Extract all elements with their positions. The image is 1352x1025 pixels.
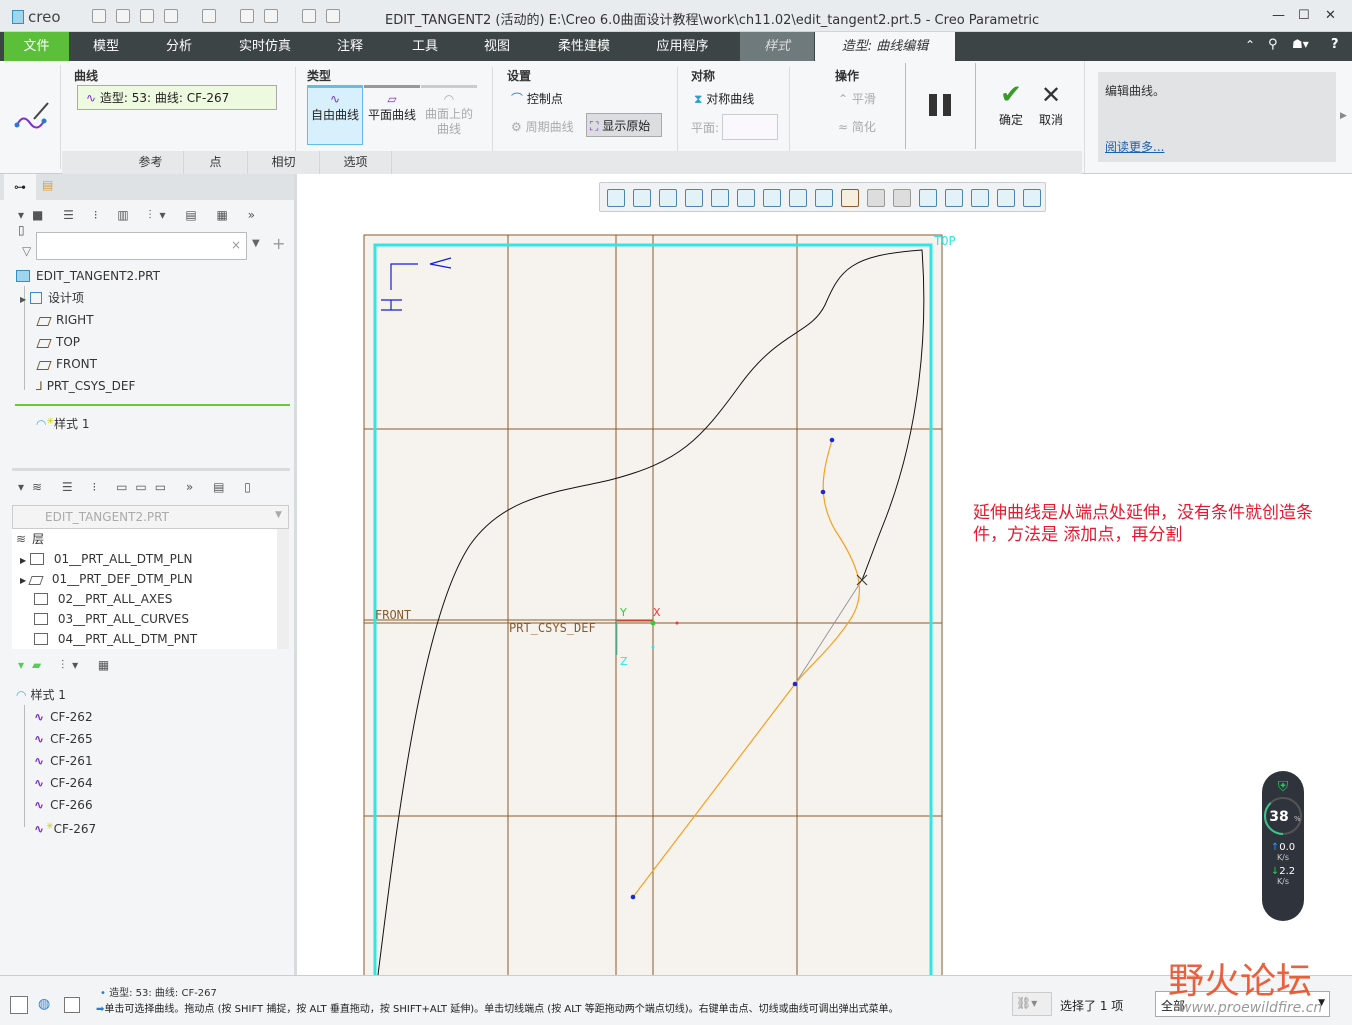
selection-count: 选择了 1 项: [1060, 999, 1124, 1013]
watermark-url: www.proewildfire.cn: [1180, 1000, 1323, 1016]
front-plane-label[interactable]: FRONT: [375, 608, 411, 622]
status-bar: ◍ • 造型: 53: 曲线: CF-267 ➡单击可选择曲线。拖动点 (按 S…: [0, 975, 1352, 1025]
annotation-text: 延伸曲线是从端点处延伸，没有条件就创造条件，方法是 添加点，再分割: [973, 503, 1313, 545]
z-axis-label: Z: [620, 655, 628, 668]
shield-check-icon: ⛨: [1277, 779, 1289, 795]
smart-select-icon[interactable]: ⛓▾: [1012, 992, 1052, 1016]
status-message-2: ➡单击可选择曲线。拖动点 (按 SHIFT 捕捉，按 ALT 垂直拖动，按 SH…: [96, 1004, 899, 1015]
top-plane-label[interactable]: TOP: [934, 234, 956, 248]
y-axis-label: Y: [619, 606, 627, 619]
x-axis-label: X: [653, 606, 661, 619]
network-monitor-widget[interactable]: ⛨ 38 % ↑0.0 K/s ↓2.2 K/s: [1262, 771, 1304, 921]
csys-label[interactable]: PRT_CSYS_DEF: [509, 621, 596, 635]
browser-icon[interactable]: ◍: [38, 996, 50, 1012]
toggle-navigator-icon[interactable]: [10, 996, 28, 1014]
fullscreen-icon[interactable]: [64, 997, 80, 1013]
usage-gauge: 38 %: [1264, 797, 1302, 835]
watermark-logo: 野火论坛: [1168, 961, 1313, 1002]
status-message-1: • 造型: 53: 曲线: CF-267: [100, 988, 217, 999]
svg-text:%: %: [1294, 815, 1301, 823]
svg-text:38: 38: [1269, 809, 1288, 825]
